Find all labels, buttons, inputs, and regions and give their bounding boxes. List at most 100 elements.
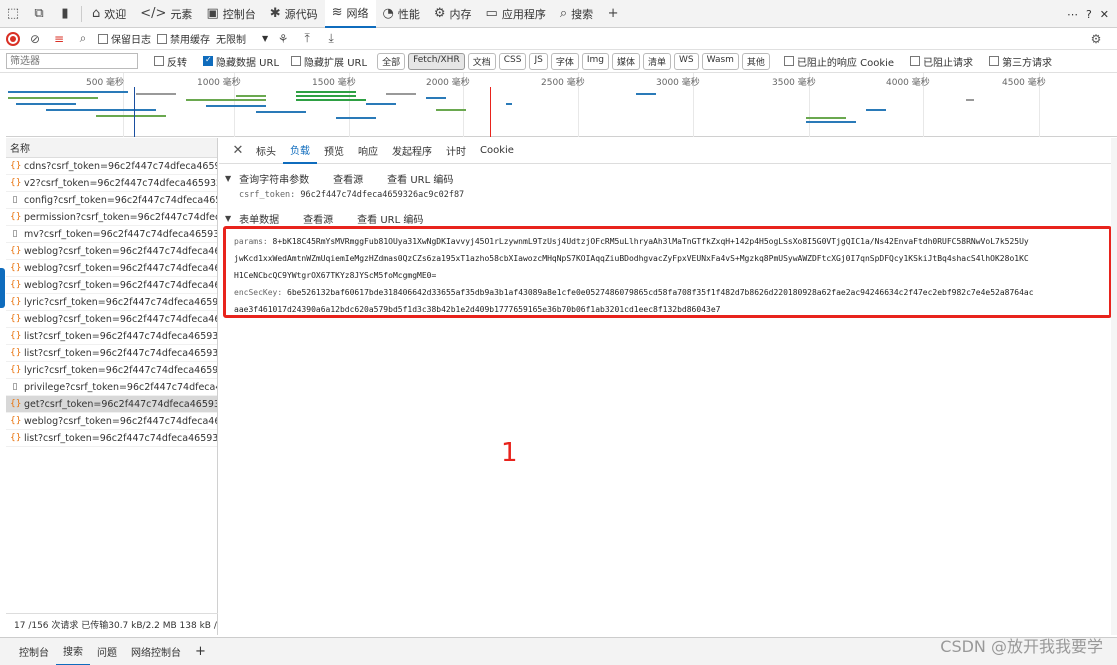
checkbox-box[interactable] <box>989 56 1000 66</box>
type-filter-pill[interactable]: 全部 <box>377 52 406 70</box>
hide-data-url-checkbox[interactable]: 隐藏数据 URL <box>203 54 279 69</box>
network-toolbar: ⊘ ≡ ⌕ 保留日志 禁用缓存 无限制 ▼ ⚘ ⤒ ⤓ ⚙ <box>0 28 1117 50</box>
third-party-checkbox[interactable]: 第三方请求 <box>989 54 1052 69</box>
checkbox-box-checked[interactable] <box>203 55 213 66</box>
tab-code[interactable]: </> 元素 <box>133 0 199 28</box>
request-row[interactable]: {}list?csrf_token=96c2f447c74dfeca465932… <box>6 328 217 345</box>
device-emulation-icon[interactable]: ⧉ <box>26 0 52 28</box>
throttle-select[interactable]: 无限制 ▼ <box>216 31 268 46</box>
type-filter-pill[interactable]: 字体 <box>550 52 579 70</box>
type-filter-pill[interactable]: JS <box>529 52 548 70</box>
view-source-link[interactable]: 查看源 <box>333 171 363 186</box>
tab-search[interactable]: ⌕ 搜索 <box>553 0 600 28</box>
checkbox-box[interactable] <box>157 33 167 44</box>
request-row[interactable]: {}weblog?csrf_token=96c2f447c74dfeca4659… <box>6 413 217 430</box>
filter-input[interactable] <box>6 53 138 69</box>
expand-triangle-icon[interactable]: ▼ <box>225 214 231 223</box>
type-filter-pill[interactable]: Img <box>581 52 609 70</box>
tab-gear[interactable]: ⚙ 内存 <box>427 0 479 28</box>
type-filter-pill[interactable]: 媒体 <box>611 52 640 70</box>
tab-gauge[interactable]: ◔ 性能 <box>376 0 427 28</box>
type-filter-pill[interactable]: Wasm <box>701 52 739 70</box>
drawer-tab[interactable]: 控制台 <box>12 638 56 665</box>
drawer-tab[interactable]: 问题 <box>90 638 124 665</box>
network-conditions-icon[interactable]: ⚘ <box>274 32 292 46</box>
record-button[interactable] <box>6 31 20 46</box>
type-filter-pill[interactable]: CSS <box>498 52 527 70</box>
checkbox-box[interactable] <box>98 33 108 44</box>
checkbox-box[interactable] <box>291 56 302 66</box>
type-filter-pill[interactable]: WS <box>674 52 699 70</box>
request-row[interactable]: {}weblog?csrf_token=96c2f447c74dfeca4659… <box>6 311 217 328</box>
expand-triangle-icon[interactable]: ▼ <box>225 174 231 183</box>
request-row[interactable]: {}weblog?csrf_token=96c2f447c74dfeca4659… <box>6 277 217 294</box>
request-row[interactable]: {}list?csrf_token=96c2f447c74dfeca465932… <box>6 345 217 362</box>
request-row[interactable]: ▯ mv?csrf_token=96c2f447c74dfeca4659326..… <box>6 226 217 243</box>
request-row[interactable]: ▯ config?csrf_token=96c2f447c74dfeca46593… <box>6 192 217 209</box>
add-panel-icon[interactable]: + <box>600 0 626 28</box>
more-options-icon[interactable]: ⋯ <box>1067 8 1078 21</box>
filter-toggle-icon[interactable]: ≡ <box>50 32 68 46</box>
type-filter-pill[interactable]: Fetch/XHR <box>408 52 465 70</box>
drawer-tab[interactable]: 搜索 <box>56 638 90 665</box>
tab-console[interactable]: ▣ 控制台 <box>199 0 262 28</box>
search-icon[interactable]: ⌕ <box>74 31 92 46</box>
timeline-overview[interactable]: 500 毫秒 1000 毫秒 1500 毫秒 2000 毫秒 2500 毫秒 3000 毫… <box>6 73 1117 137</box>
close-icon[interactable]: ✕ <box>1100 8 1109 21</box>
request-row[interactable]: {}cdns?csrf_token=96c2f447c74dfeca465932… <box>6 158 217 175</box>
add-drawer-tab-icon[interactable]: + <box>188 638 213 665</box>
tab-home[interactable]: ⌂ 欢迎 <box>85 0 133 28</box>
preserve-log-checkbox[interactable]: 保留日志 <box>98 31 151 46</box>
checkbox-box[interactable] <box>154 56 164 66</box>
request-row[interactable]: {}weblog?csrf_token=96c2f447c74dfeca4659… <box>6 243 217 260</box>
request-row[interactable]: {}get?csrf_token=96c2f447c74dfeca4659326… <box>6 396 217 413</box>
scrollbar[interactable] <box>1111 138 1117 635</box>
import-har-icon[interactable]: ⤒ <box>298 31 316 46</box>
type-filter-pill[interactable]: 其他 <box>741 52 770 70</box>
checkbox-box[interactable] <box>910 56 921 66</box>
request-row[interactable]: {}weblog?csrf_token=96c2f447c74dfeca4659… <box>6 260 217 277</box>
type-filter-pill[interactable]: 清单 <box>642 52 671 70</box>
disable-cache-checkbox[interactable]: 禁用缓存 <box>157 31 210 46</box>
request-row[interactable]: {}lyric?csrf_token=96c2f447c74dfeca46593… <box>6 362 217 379</box>
invert-checkbox[interactable]: 反转 <box>154 54 187 69</box>
request-row[interactable]: {}list?csrf_token=96c2f447c74dfeca465932… <box>6 430 217 447</box>
help-icon[interactable]: ? <box>1086 8 1092 21</box>
timeline-tick-label: 3000 毫秒 <box>656 78 700 88</box>
tab-bug[interactable]: ✱ 源代码 <box>263 0 325 28</box>
inspect-element-icon[interactable]: ⬚ <box>0 0 26 28</box>
clear-icon[interactable]: ⊘ <box>26 32 44 46</box>
tab-wifi[interactable]: ≋ 网络 <box>324 0 376 28</box>
query-string-section[interactable]: ▼ 查询字符串参数 查看源 查看 URL 编码 <box>219 170 1117 186</box>
request-row[interactable]: {}permission?csrf_token=96c2f447c74dfeca… <box>6 209 217 226</box>
detail-tab[interactable]: 负载 <box>283 138 317 164</box>
detail-tab[interactable]: Cookie <box>473 138 521 164</box>
request-row[interactable]: {}lyric?csrf_token=96c2f447c74dfeca46593… <box>6 294 217 311</box>
detail-tab[interactable]: 响应 <box>351 138 385 164</box>
dock-side-icon[interactable]: ▮ <box>52 0 78 28</box>
request-row[interactable]: ▯ privilege?csrf_token=96c2f447c74dfeca46… <box>6 379 217 396</box>
name-column-header[interactable]: 名称 <box>6 138 217 158</box>
view-url-encoded-link[interactable]: 查看 URL 编码 <box>357 211 423 226</box>
detail-tab[interactable]: 标头 <box>249 138 283 164</box>
form-data-section[interactable]: ▼ 表单数据 查看源 查看 URL 编码 <box>219 210 1117 226</box>
close-icon[interactable]: ✕ <box>227 143 249 158</box>
export-har-icon[interactable]: ⤓ <box>322 31 340 46</box>
drawer-tab[interactable]: 网络控制台 <box>124 638 188 665</box>
tab-window[interactable]: ▭ 应用程序 <box>479 0 553 28</box>
detail-tab[interactable]: 发起程序 <box>385 138 439 164</box>
blocked-cookies-checkbox[interactable]: 已阻止的响应 Cookie <box>783 54 894 69</box>
checkbox-box[interactable] <box>783 56 794 66</box>
side-handle[interactable] <box>0 268 5 308</box>
request-row[interactable]: {}v2?csrf_token=96c2f447c74dfeca4659326a… <box>6 175 217 192</box>
view-source-link[interactable]: 查看源 <box>303 211 333 226</box>
xhr-icon: {} <box>10 263 22 273</box>
hide-ext-url-checkbox[interactable]: 隐藏扩展 URL <box>291 54 367 69</box>
blocked-requests-checkbox[interactable]: 已阻止请求 <box>910 54 973 69</box>
settings-gear-icon[interactable]: ⚙ <box>1087 32 1105 46</box>
type-filter-pill[interactable]: 文档 <box>467 52 496 70</box>
detail-tab[interactable]: 预览 <box>317 138 351 164</box>
view-url-encoded-link[interactable]: 查看 URL 编码 <box>387 171 453 186</box>
detail-tab[interactable]: 计时 <box>439 138 473 164</box>
